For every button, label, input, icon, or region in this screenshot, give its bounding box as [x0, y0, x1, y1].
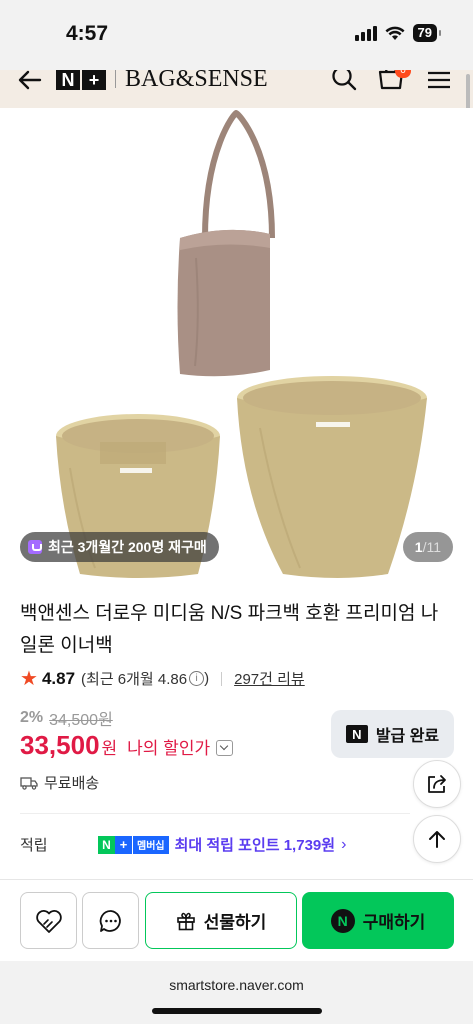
action-bar: 선물하기 N 구매하기	[0, 879, 473, 961]
share-button[interactable]	[413, 760, 461, 808]
points-row[interactable]: 적립 N + 멤버십 최대 적립 포인트 1,739원 ›	[20, 834, 346, 855]
truck-icon	[20, 776, 38, 790]
review-link[interactable]: 297건 리뷰	[234, 668, 305, 689]
share-icon	[428, 775, 446, 793]
product-title: 백앤센스 더로우 미디움 N/S 파크백 호환 프리미엄 나일론 이너백	[20, 603, 439, 656]
talk-button[interactable]	[82, 892, 139, 949]
chevron-down-icon[interactable]	[216, 740, 234, 756]
image-counter: 1 / 11	[402, 532, 453, 562]
naver-n-icon: N	[345, 725, 368, 743]
status-bar: 4:57 79	[0, 0, 473, 70]
bag-icon	[28, 540, 42, 554]
repurchase-text: 최근 3개월간 200명 재구매	[48, 539, 207, 555]
wifi-icon	[385, 26, 405, 40]
gift-button[interactable]: 선물하기	[145, 892, 297, 949]
menu-icon[interactable]	[427, 70, 451, 90]
discount-rate: 2%	[20, 709, 44, 726]
image-counter-total: 11	[426, 539, 441, 555]
status-time: 4:57	[66, 22, 109, 45]
nplus-logo-n: N	[56, 70, 80, 90]
product-image[interactable]: 최근 3개월간 200명 재구매 1 / 11	[0, 108, 473, 588]
battery-icon: 79	[412, 24, 442, 42]
brand-name[interactable]: BAG&SENSE	[125, 70, 268, 93]
url-text[interactable]: smartstore.naver.com	[0, 977, 473, 993]
image-counter-current: 1	[414, 539, 423, 555]
buy-button[interactable]: N 구매하기	[302, 892, 454, 949]
rating-value: 4.87	[41, 668, 76, 688]
my-discount-label[interactable]: 나의 할인가	[127, 734, 210, 759]
scroll-top-button[interactable]	[413, 815, 461, 863]
nplus-badge-plus: +	[115, 835, 132, 854]
rating-row: ★ 4.87 (최근 6개월 4.86 i ) 297건 리뷰	[20, 668, 305, 689]
gift-icon	[176, 912, 195, 930]
rating-divider	[221, 671, 223, 686]
info-icon[interactable]: i	[189, 671, 205, 686]
nplus-logo-plus: +	[82, 70, 106, 90]
home-indicator	[152, 1008, 322, 1014]
rating-recent-close: )	[204, 670, 210, 687]
wish-button[interactable]	[20, 892, 77, 949]
discount-row: 2% 34,500원	[20, 706, 113, 730]
points-label: 적립	[20, 837, 48, 854]
points-text: 최대 적립 포인트 1,739원	[174, 837, 336, 854]
nplus-badge-n: N	[98, 835, 115, 854]
star-icon: ★	[20, 667, 38, 690]
repurchase-badge: 최근 3개월간 200명 재구매	[20, 532, 219, 562]
arrow-up-icon	[429, 831, 445, 848]
membership-tag: 멤버십	[133, 835, 169, 854]
sale-price: 33,500	[20, 730, 100, 760]
browser-url-bar[interactable]: smartstore.naver.com	[0, 961, 473, 1024]
section-divider	[20, 813, 410, 814]
site-header: N + BAG&SENSE 0	[0, 70, 473, 108]
signal-icon	[354, 25, 377, 41]
header-divider	[115, 70, 116, 88]
coupon-label: 발급 완료	[375, 728, 440, 745]
price-row: 33,500 원 나의 할인가	[20, 730, 234, 761]
coupon-button[interactable]: N 발급 완료	[331, 710, 454, 758]
product-photo	[56, 109, 427, 578]
nplus-logo[interactable]: N +	[56, 70, 106, 90]
search-icon[interactable]	[330, 70, 358, 92]
cart-badge: 0	[395, 70, 411, 78]
buy-label: 구매하기	[362, 913, 426, 932]
status-icons: 79	[354, 24, 442, 42]
back-arrow-icon[interactable]	[16, 70, 44, 94]
nplus-membership-badge: N + 멤버십	[98, 835, 169, 854]
gift-label: 선물하기	[203, 913, 267, 932]
won-unit: 원	[101, 739, 118, 758]
rating-recent: (최근 6개월 4.86	[81, 671, 188, 688]
heart-icon	[35, 909, 62, 933]
shipping-text: 무료배송	[44, 775, 100, 792]
chat-bubble-icon	[99, 909, 121, 932]
chevron-right-icon: ›	[341, 835, 347, 853]
original-price: 34,500원	[49, 712, 113, 729]
naver-pay-icon: N	[330, 908, 355, 933]
shipping-row: 무료배송	[20, 772, 99, 793]
